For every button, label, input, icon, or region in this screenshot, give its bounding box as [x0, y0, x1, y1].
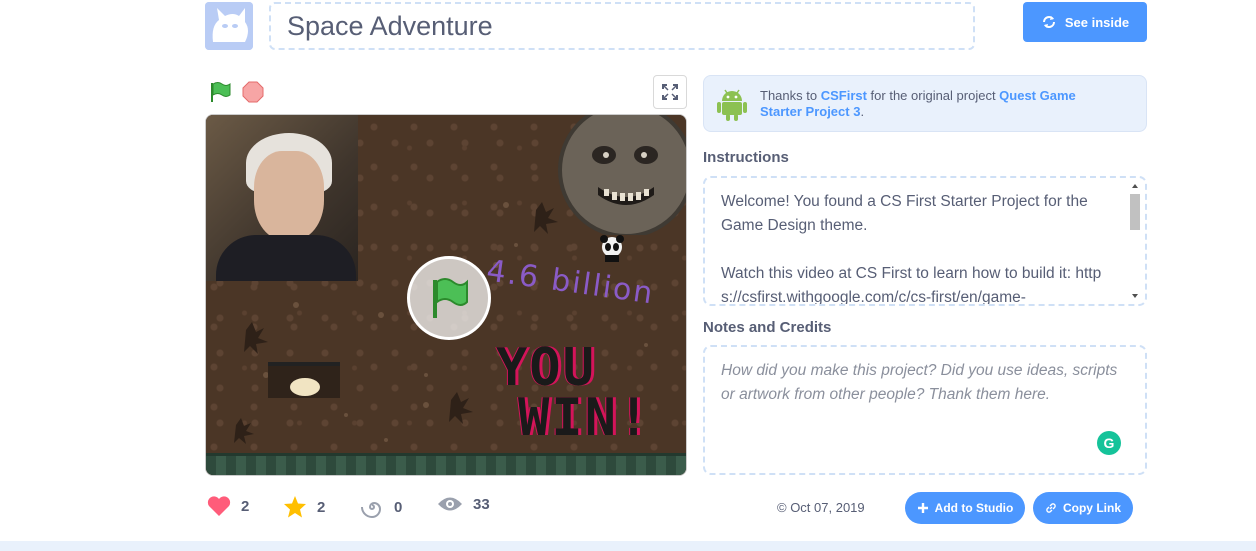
views-count: 33: [473, 495, 490, 513]
copy-link-label: Copy Link: [1062, 501, 1121, 515]
instructions-scrollbar[interactable]: [1126, 178, 1144, 304]
stop-sign-icon: [242, 81, 264, 103]
star-icon: [284, 496, 306, 518]
scrollbar-thumb[interactable]: [1130, 194, 1140, 230]
scroll-up-icon: [1132, 184, 1138, 188]
love-stat[interactable]: 2: [207, 495, 249, 517]
green-flag-button[interactable]: [208, 80, 234, 104]
webcam-shirt: [216, 235, 356, 281]
project-title-input[interactable]: Space Adventure: [269, 2, 975, 50]
green-flag-icon: [211, 82, 231, 102]
cave-block-sprite: [268, 362, 340, 398]
notes-heading: Notes and Credits: [703, 319, 832, 336]
stop-button[interactable]: [242, 81, 264, 103]
favorite-stat[interactable]: 2: [283, 495, 325, 519]
instructions-paragraph-1: Welcome! You found a CS First Starter Pr…: [721, 193, 1088, 234]
instructions-heading: Instructions: [703, 149, 789, 166]
love-count: 2: [241, 497, 250, 515]
fullscreen-button[interactable]: [653, 75, 687, 109]
you-win-text: YOU WIN!: [496, 342, 652, 448]
author-avatar[interactable]: [205, 2, 253, 50]
views-stat: 33: [437, 495, 490, 513]
instructions-textarea[interactable]: Welcome! You found a CS First Starter Pr…: [703, 176, 1147, 306]
instructions-paragraph-2: Watch this video at CS First to learn ho…: [721, 265, 1102, 306]
project-page: Space Adventure See inside 4.6 billion Y…: [0, 0, 1256, 551]
stage-floor: [206, 453, 686, 475]
original-author-link[interactable]: CSFirst: [821, 88, 867, 103]
remix-spiral-icon: [361, 501, 382, 519]
shared-date: © Oct 07, 2019: [777, 500, 865, 515]
copy-link-button[interactable]: Copy Link: [1033, 492, 1133, 524]
notes-textarea[interactable]: How did you make this project? Did you u…: [703, 345, 1147, 475]
panda-sprite: [600, 235, 624, 262]
remix-stat: 0: [360, 495, 402, 519]
you-win-line2: WIN!: [518, 388, 652, 448]
moon-face-sprite: [558, 115, 686, 235]
webcam-overlay: [206, 115, 358, 281]
scroll-down-icon: [1132, 294, 1138, 298]
plus-icon: [917, 503, 928, 513]
android-icon: [717, 89, 747, 121]
green-flag-large-icon: [433, 278, 468, 318]
treasure-glow: [290, 378, 320, 396]
fullscreen-icon: [662, 84, 678, 100]
page-footer-band: [0, 541, 1256, 551]
link-icon: [1046, 503, 1056, 513]
remix-suffix: .: [860, 103, 865, 119]
start-overlay-button[interactable]: [407, 256, 491, 340]
remix-credit-banner: Thanks to CSFirst for the original proje…: [703, 75, 1147, 132]
remix-count: 0: [394, 498, 403, 516]
heart-icon: [207, 496, 231, 516]
grammarly-icon[interactable]: G: [1097, 431, 1121, 455]
remix-middle: for the original project: [866, 87, 1000, 103]
scratch-cat-icon: [205, 2, 253, 50]
remix-prefix: Thanks to: [760, 87, 821, 103]
see-inside-label: See inside: [1064, 14, 1130, 30]
remix-credit-text: Thanks to CSFirst for the original proje…: [760, 88, 1120, 120]
webcam-face: [254, 151, 324, 241]
remix-arrows-icon: [1042, 16, 1055, 28]
add-to-studio-label: Add to Studio: [934, 501, 1014, 515]
see-inside-button[interactable]: See inside: [1023, 2, 1147, 42]
eye-icon: [438, 497, 462, 511]
project-stage[interactable]: 4.6 billion YOU WIN!: [205, 114, 687, 476]
add-to-studio-button[interactable]: Add to Studio: [905, 492, 1025, 524]
favorite-count: 2: [317, 498, 326, 516]
